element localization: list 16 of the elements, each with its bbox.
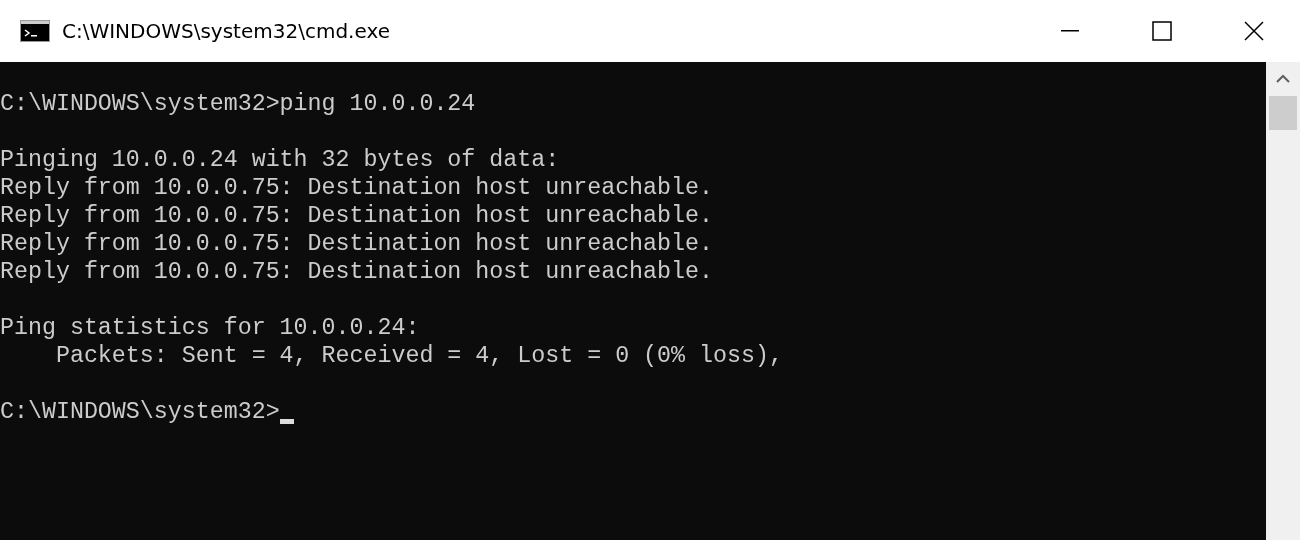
- console-line: C:\WINDOWS\system32>ping 10.0.0.24: [0, 90, 477, 118]
- console-line: Reply from 10.0.0.75: Destination host unreachable.: [0, 230, 714, 258]
- console-line: Ping statistics for 10.0.0.24:: [0, 314, 421, 342]
- console-line: Reply from 10.0.0.75: Destination host unreachable.: [0, 258, 714, 286]
- scrollbar[interactable]: [1266, 62, 1300, 540]
- console-line: Reply from 10.0.0.75: Destination host unreachable.: [0, 174, 714, 202]
- scroll-thumb[interactable]: [1269, 96, 1297, 130]
- console-line: Reply from 10.0.0.75: Destination host unreachable.: [0, 202, 714, 230]
- window-title: C:\WINDOWS\system32\cmd.exe: [62, 19, 391, 43]
- maximize-icon: [1152, 21, 1172, 41]
- console-line: Pinging 10.0.0.24 with 32 bytes of data:: [0, 146, 561, 174]
- minimize-icon: [1061, 30, 1079, 32]
- command-prompt-icon: [20, 20, 50, 42]
- console-line: Packets: Sent = 4, Received = 4, Lost = 0 (0% loss),: [54, 342, 784, 370]
- close-icon: [1244, 21, 1264, 41]
- console-line: C:\WINDOWS\system32>: [0, 398, 280, 426]
